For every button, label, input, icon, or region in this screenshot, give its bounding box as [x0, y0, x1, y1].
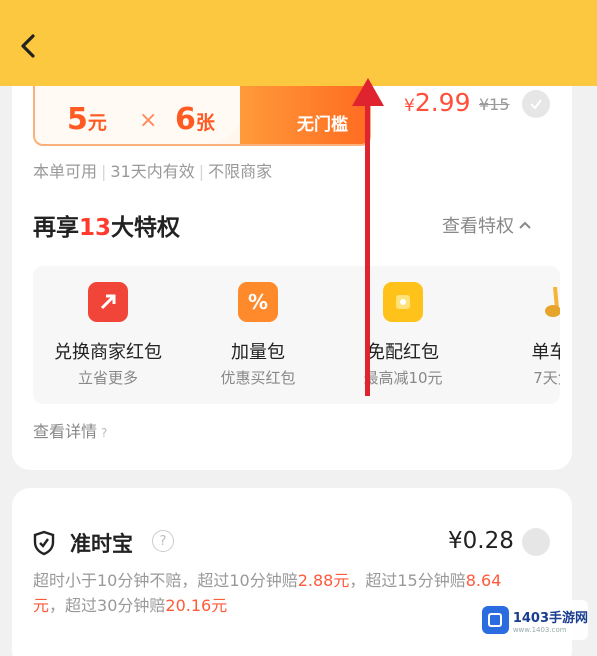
term-item: 本单可用: [33, 162, 98, 181]
coupon-price-now: ¥2.99: [404, 88, 471, 117]
coupon-price-old: ¥15: [479, 95, 510, 114]
view-perks-link[interactable]: 查看特权: [442, 212, 532, 238]
coupon-pack-card: 5元 × 6张 无门槛 ¥2.99 ¥15 本单可用 | 31天内有效 | 不限商家 再…: [12, 60, 572, 470]
coupon-ticket[interactable]: 5元 × 6张 无门槛: [33, 80, 371, 146]
perk-item-free-delivery[interactable]: 免配红包 最高减10元: [328, 282, 478, 388]
guarantee-help-button[interactable]: ?: [152, 530, 174, 552]
term-item: 31天内有效: [110, 162, 195, 181]
watermark-logo-icon: [482, 606, 509, 634]
watermark-subtext: www.1403.com: [512, 625, 567, 634]
perks-title: 再享13大特权: [33, 215, 181, 241]
annotation-arrow-line: [365, 100, 370, 396]
shield-check-icon: [33, 530, 55, 556]
coupon-terms: 本单可用 | 31天内有效 | 不限商家: [33, 162, 273, 181]
back-button[interactable]: [14, 30, 42, 62]
term-item: 不限商家: [208, 162, 273, 181]
watermark-badge: 1403手游网 www.1403.com: [478, 600, 588, 640]
guarantee-price: ¥0.28: [448, 528, 514, 554]
perk-item-exchange[interactable]: 兑换商家红包 立省更多: [33, 282, 183, 388]
chevron-left-icon: [21, 34, 35, 58]
guarantee-title: 准时宝: [70, 532, 133, 556]
perk-item-bike[interactable]: 单车( 7天免: [478, 282, 560, 388]
coupon-select-toggle[interactable]: [522, 90, 550, 118]
guarantee-select-toggle[interactable]: [522, 528, 550, 556]
percent-bag-icon: %: [238, 282, 278, 322]
check-icon: [530, 99, 542, 110]
top-nav-bar: [0, 0, 597, 86]
chevron-up-icon: [519, 221, 531, 229]
guarantee-description: 超时小于10分钟不赔，超过10分钟赔2.88元，超过15分钟赔8.64元，超过3…: [33, 571, 502, 615]
bike-icon: [533, 282, 560, 322]
perk-item-bonus-pack[interactable]: % 加量包 优惠买红包: [183, 282, 333, 388]
delivery-envelope-icon: [383, 282, 423, 322]
watermark-text: 1403手游网: [512, 610, 588, 626]
coupon-amount: 5元: [67, 102, 107, 137]
coupon-count: 6张: [175, 102, 215, 137]
perks-carousel[interactable]: 兑换商家红包 立省更多 % 加量包 优惠买红包 免配红包 最高减10元 单车( …: [33, 266, 560, 404]
red-envelope-exchange-icon: [88, 282, 128, 322]
coupon-threshold: 无门槛: [297, 115, 348, 135]
coupon-times-sign: ×: [139, 108, 158, 133]
view-details-link[interactable]: 查看详情?: [33, 418, 107, 442]
